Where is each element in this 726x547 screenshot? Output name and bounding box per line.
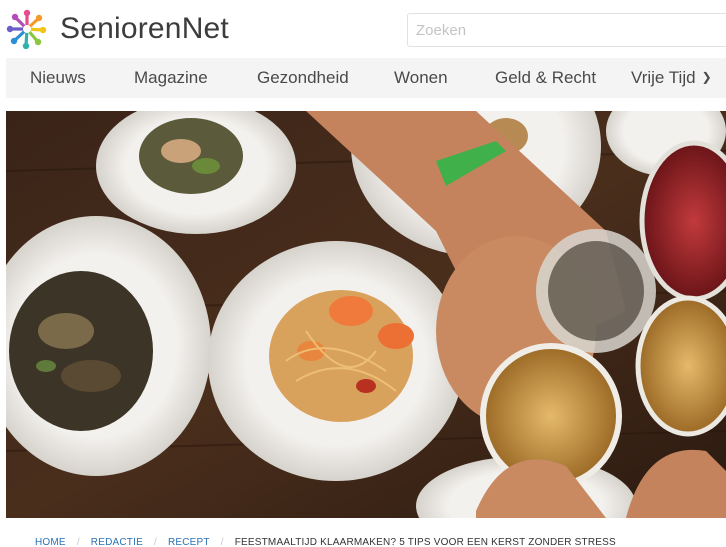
chevron-down-icon: ❯ bbox=[701, 70, 712, 84]
nav-item-wonen[interactable]: Wonen bbox=[394, 68, 448, 88]
hero-image bbox=[6, 111, 726, 518]
nav-item-vrije-tijd[interactable]: Vrije Tijd ❯ bbox=[631, 68, 712, 88]
search-input[interactable] bbox=[408, 14, 726, 46]
seniorennet-logo-icon bbox=[6, 9, 47, 49]
breadcrumb-recept-link[interactable]: RECEPT bbox=[168, 537, 210, 547]
nav-item-vrije-tijd-label: Vrije Tijd bbox=[631, 68, 696, 87]
site-name: SeniorenNet bbox=[60, 12, 229, 45]
breadcrumb-home-link[interactable]: HOME bbox=[35, 537, 66, 547]
breadcrumb-separator: / bbox=[76, 536, 80, 547]
nav-item-gezondheid[interactable]: Gezondheid bbox=[257, 68, 349, 88]
breadcrumb-redactie-link[interactable]: REDACTIE bbox=[91, 537, 143, 547]
nav-item-nieuws[interactable]: Nieuws bbox=[30, 68, 86, 88]
hero-photo-food-toast bbox=[6, 111, 726, 518]
search-box bbox=[407, 13, 726, 47]
main-nav: Nieuws Magazine Gezondheid Wonen Geld & … bbox=[6, 58, 726, 98]
breadcrumb-current-page: FEESTMAALTIJD KLAARMAKEN? 5 TIPS VOOR EE… bbox=[234, 536, 616, 547]
site-header: SeniorenNet bbox=[0, 0, 726, 58]
breadcrumb: HOME / REDACTIE / RECEPT / FEESTMAALTIJD… bbox=[35, 535, 616, 547]
nav-item-geld-recht[interactable]: Geld & Recht bbox=[495, 68, 596, 88]
breadcrumb-separator: / bbox=[153, 536, 157, 547]
nav-item-magazine[interactable]: Magazine bbox=[134, 68, 208, 88]
breadcrumb-separator: / bbox=[220, 536, 224, 547]
site-logo[interactable]: SeniorenNet bbox=[6, 9, 229, 49]
